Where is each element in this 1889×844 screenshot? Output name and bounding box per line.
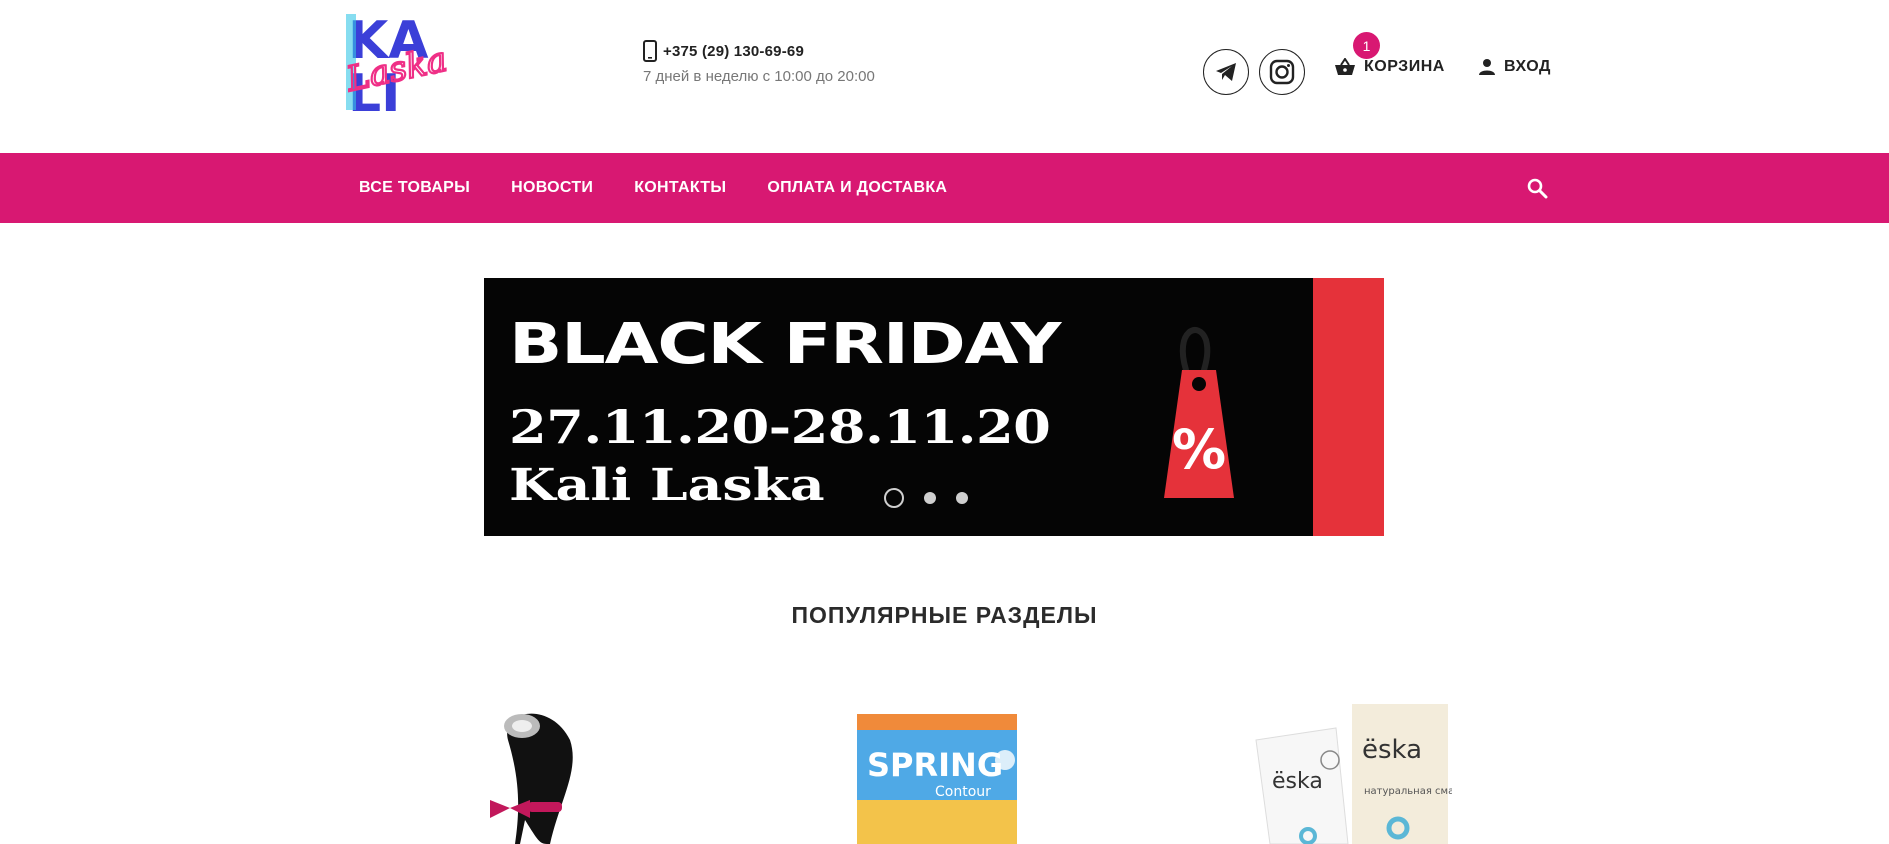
slider-dot-2[interactable]: [924, 492, 936, 504]
working-hours: 7 дней в неделю с 10:00 до 20:00: [643, 68, 875, 85]
product-image-condoms[interactable]: SPRING Contour: [855, 700, 1025, 844]
condoms-sub-text: Contour: [935, 784, 991, 800]
cart-button[interactable]: КОРЗИНА: [1334, 58, 1445, 76]
instagram-icon: [1269, 59, 1295, 85]
basket-icon: [1335, 58, 1355, 75]
instagram-button[interactable]: [1259, 49, 1305, 95]
tag-percent-symbol: %: [1172, 418, 1226, 481]
banner-dates: 27.11.20-28.11.20: [509, 400, 1051, 454]
product-image-vibrator[interactable]: [480, 700, 590, 844]
nav-item-news[interactable]: НОВОСТИ: [511, 179, 593, 197]
phone-number[interactable]: +375 (29) 130-69-69: [663, 43, 804, 60]
search-icon[interactable]: [1526, 177, 1548, 199]
telegram-icon: [1216, 63, 1236, 81]
login-button[interactable]: ВХОД: [1478, 58, 1551, 76]
nav-item-all-products[interactable]: ВСЕ ТОВАРЫ: [359, 179, 470, 197]
nav-item-contacts[interactable]: КОНТАКТЫ: [634, 179, 726, 197]
contact-block: +375 (29) 130-69-69 7 дней в неделю с 10…: [643, 40, 875, 85]
cart-count-badge: 1: [1353, 32, 1380, 59]
site-header: KA LI Laska +375 (29) 130-69-69 7 дней в…: [0, 0, 1889, 153]
product-image-eska-lubricant[interactable]: ёska натуральная смазка ёska: [1252, 700, 1452, 844]
discount-tag-icon: %: [1164, 327, 1234, 498]
login-label[interactable]: ВХОД: [1504, 58, 1551, 76]
mobile-phone-icon: [643, 40, 657, 62]
eska-box-caption: натуральная смазка: [1364, 786, 1452, 797]
banner-brand: Kali Laska: [509, 460, 825, 511]
cart-label[interactable]: КОРЗИНА: [1364, 58, 1445, 76]
popular-sections-title: ПОПУЛЯРНЫЕ РАЗДЕЛЫ: [791, 602, 1098, 628]
slider-dots: [884, 488, 968, 508]
promo-banner[interactable]: BLACK FRIDAY 27.11.20-28.11.20 Kali Lask…: [484, 278, 1384, 536]
telegram-button[interactable]: [1203, 49, 1249, 95]
condoms-brand-text: SPRING: [867, 746, 1003, 784]
user-icon: [1479, 59, 1495, 75]
nav-item-payment-delivery[interactable]: ОПЛАТА И ДОСТАВКА: [767, 179, 947, 197]
banner-title: BLACK FRIDAY: [509, 312, 1061, 377]
eska-tube-brand: ёska: [1272, 769, 1323, 794]
banner-accent-stripe: [1313, 278, 1384, 536]
slider-dot-1[interactable]: [884, 488, 904, 508]
main-navigation: ВСЕ ТОВАРЫ НОВОСТИ КОНТАКТЫ ОПЛАТА И ДОС…: [0, 153, 1889, 223]
slider-dot-3[interactable]: [956, 492, 968, 504]
eska-box-brand: ёska: [1362, 735, 1422, 765]
kali-laska-logo[interactable]: KA LI Laska: [340, 8, 464, 116]
